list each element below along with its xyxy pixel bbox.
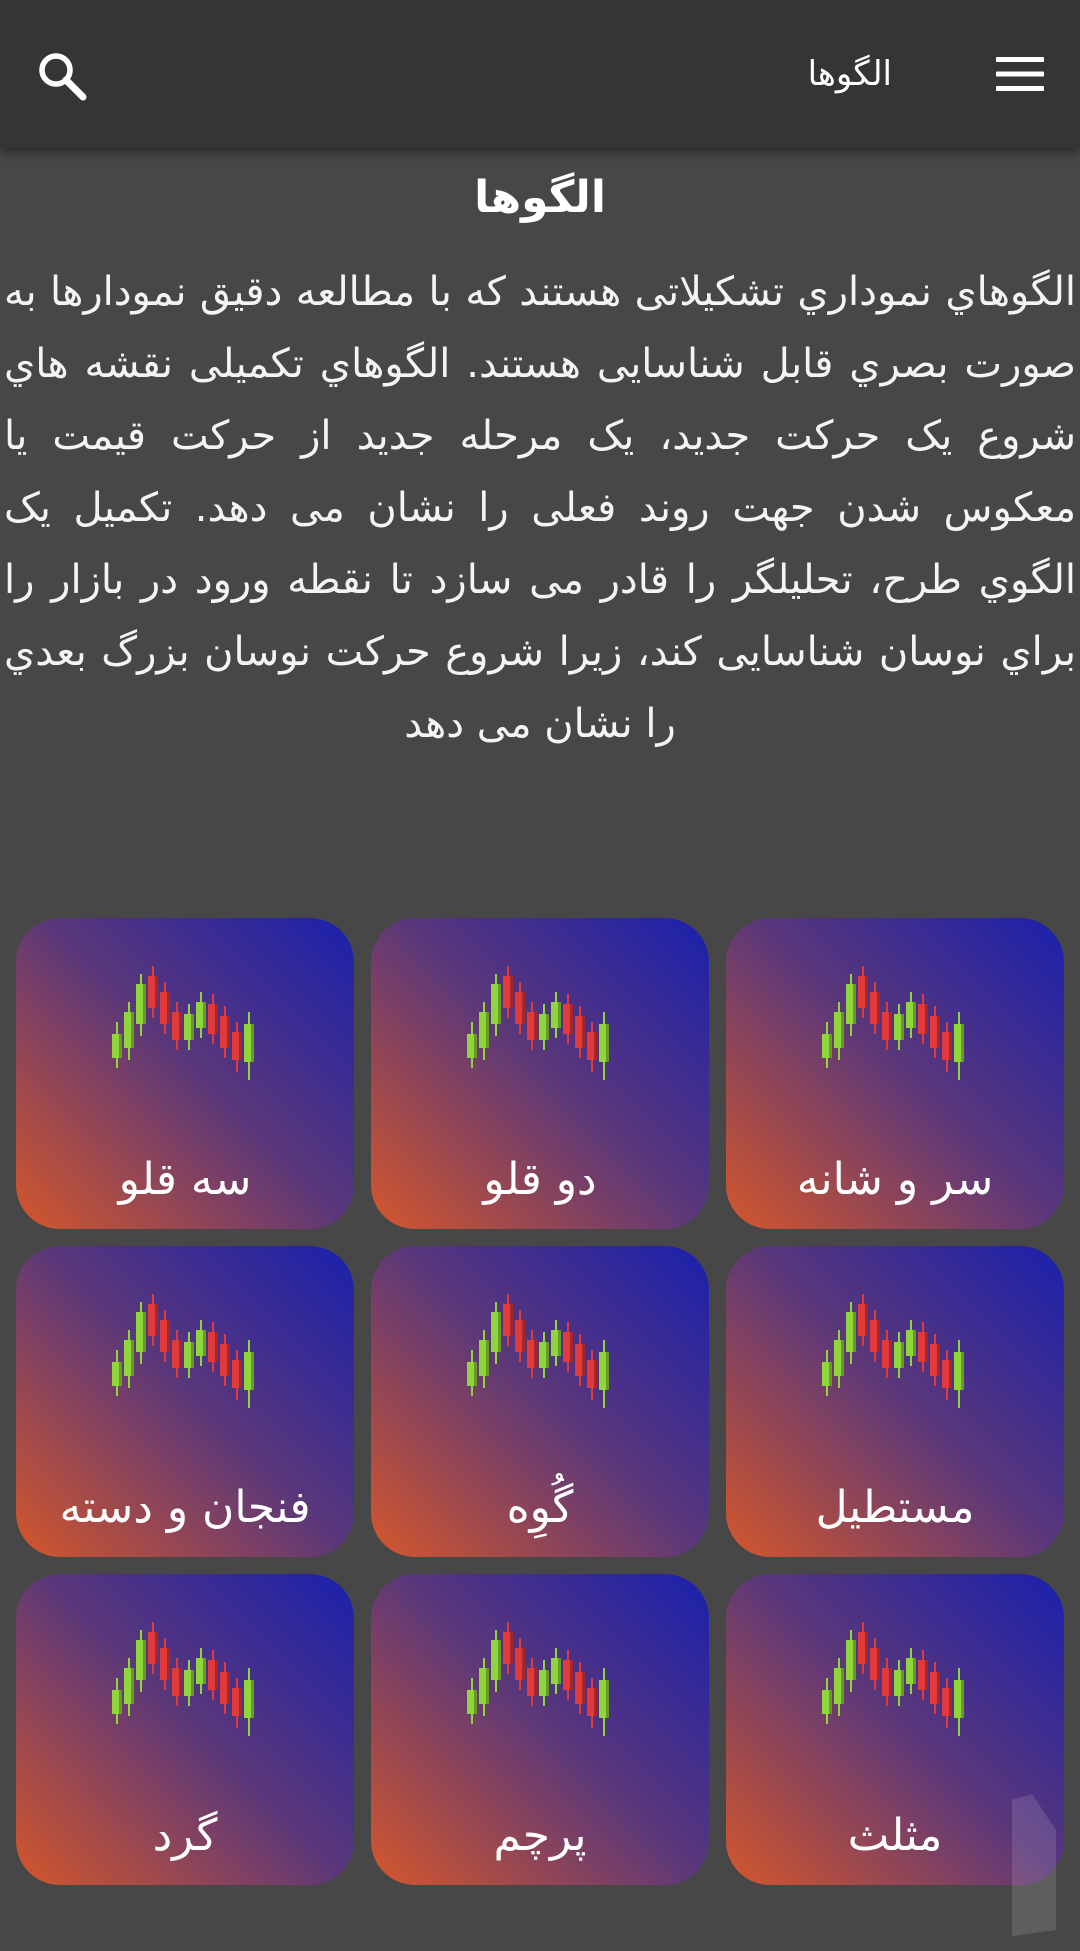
pattern-card-rounding[interactable]: گرد (16, 1574, 354, 1885)
candlestick-chart-icon (467, 1622, 609, 1736)
pattern-card-triple-top[interactable]: سه قلو (16, 918, 354, 1229)
candlestick-chart-icon (822, 1622, 964, 1736)
intro-paragraph: الگوهاي نموداري تشکيلاتی هستند که با مطا… (4, 269, 1076, 747)
pattern-card-label: مستطيل (815, 1482, 975, 1533)
candlestick-chart-icon (112, 966, 254, 1080)
candlestick-chart-icon (112, 1622, 254, 1736)
pattern-card-label: گُوِه (506, 1482, 574, 1533)
candlestick-chart-icon (467, 1294, 609, 1408)
pattern-card-double-top[interactable]: دو قلو (371, 918, 709, 1229)
hamburger-menu-icon (996, 57, 1044, 91)
pattern-card-head-and-shoulders[interactable]: سر و شانه (726, 918, 1064, 1229)
app-bar-title: الگوها (807, 54, 892, 94)
pattern-card-flag[interactable]: پرچم (371, 1574, 709, 1885)
candlestick-chart-icon (112, 1294, 254, 1408)
candlestick-chart-icon (822, 966, 964, 1080)
pattern-card-label: سر و شانه (796, 1154, 994, 1205)
pattern-card-label: فنجان و دسته (59, 1482, 311, 1533)
pattern-card-label: پرچم (493, 1810, 587, 1861)
search-button[interactable] (28, 42, 96, 110)
candlestick-chart-icon (822, 1294, 964, 1408)
pattern-card-label: گرد (152, 1810, 218, 1861)
pattern-card-label: سه قلو (118, 1154, 252, 1205)
page-title: الگوها (474, 172, 606, 223)
pattern-card-cup-and-handle[interactable]: فنجان و دسته (16, 1246, 354, 1557)
pattern-grid: سر و شانه دو قلو سه قلو مستطيل گُوِه فنج… (16, 918, 1064, 1885)
search-icon (39, 53, 87, 101)
menu-button[interactable] (988, 42, 1052, 106)
pattern-card-label: دو قلو (483, 1154, 597, 1205)
pattern-card-wedge[interactable]: گُوِه (371, 1246, 709, 1557)
candlestick-chart-icon (467, 966, 609, 1080)
store-watermark-logo (1012, 1794, 1056, 1936)
pattern-card-rectangle[interactable]: مستطيل (726, 1246, 1064, 1557)
app-bar: الگوها (0, 0, 1080, 148)
